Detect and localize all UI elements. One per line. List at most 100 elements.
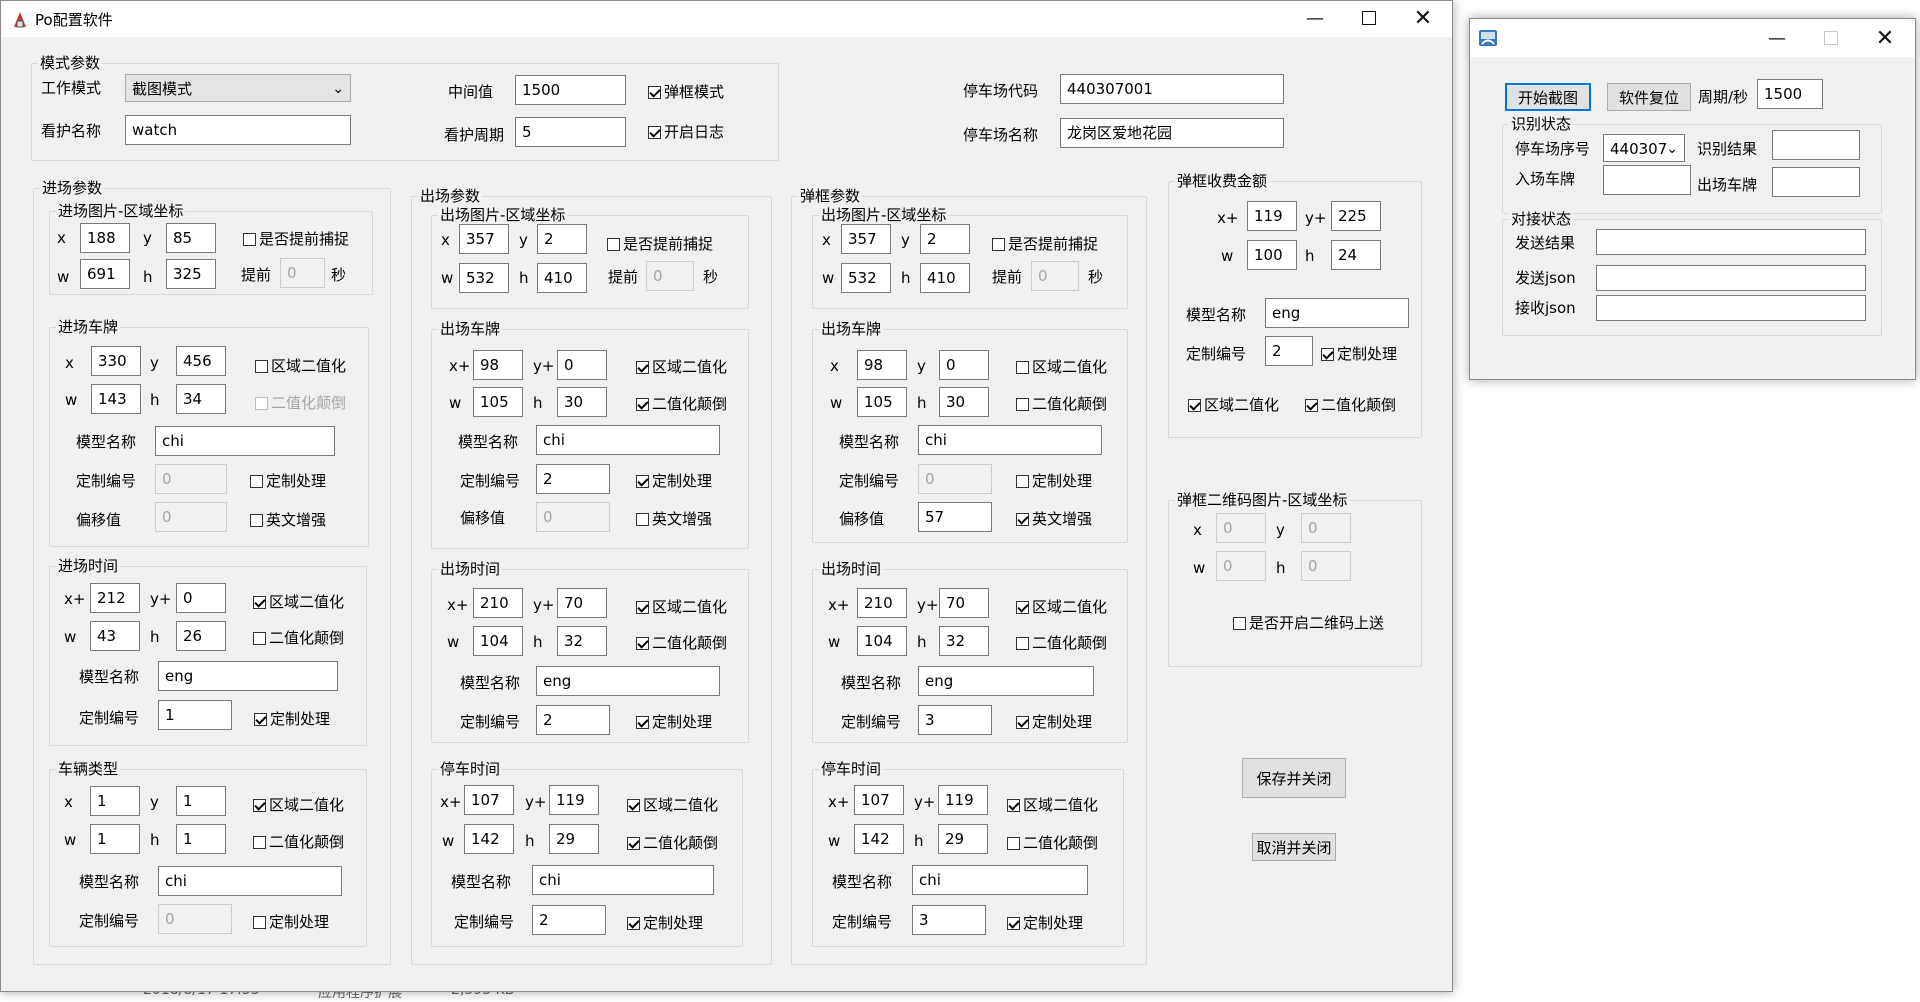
popup-advance-capture-checkbox[interactable]: 是否提前捕捉 [992,234,1098,254]
entry-time-h-input[interactable]: 26 [176,621,226,651]
exit-park-x-input[interactable]: 107 [464,785,514,815]
entry-time-y-input[interactable]: 0 [176,583,226,613]
popup-image-y-input[interactable]: 2 [920,224,970,254]
popup-park-custom-no-input[interactable]: 3 [912,905,986,935]
vehicle-type-custom-no-input[interactable]: 0 [158,904,232,934]
qr-y-input[interactable]: 0 [1301,513,1351,543]
exit-time-x-input[interactable]: 210 [473,588,523,618]
popup-image-x-input[interactable]: 357 [841,224,891,254]
qr-upload-checkbox[interactable]: 是否开启二维码上送 [1233,613,1384,633]
exit-plate-custom-no-input[interactable]: 2 [536,464,610,494]
cancel-close-button[interactable]: 取消并关闭 [1252,833,1336,861]
entry-plate-offset-input[interactable]: 0 [155,502,227,532]
entry-plate-custom-checkbox[interactable]: 定制处理 [250,471,326,491]
entry-plate-h-input[interactable]: 34 [176,384,226,414]
maximize-icon[interactable] [1804,21,1858,55]
vehicle-type-x-input[interactable]: 1 [90,786,140,816]
entry-time-x-input[interactable]: 212 [90,583,140,613]
popup-park-binarize-checkbox[interactable]: 区域二值化 [1007,795,1098,815]
title-bar[interactable]: Po配置软件 — ✕ [1,1,1452,37]
popup-plate-offset-input[interactable]: 57 [918,502,992,532]
popup-plate-h-input[interactable]: 30 [939,387,989,417]
popup-plate-model-input[interactable]: chi [918,425,1102,455]
popup-park-x-input[interactable]: 107 [854,785,904,815]
exit-image-h-input[interactable]: 410 [537,263,587,293]
start-capture-button[interactable]: 开始截图 [1505,83,1591,111]
exit-plate-en-enhance-checkbox[interactable]: 英文增强 [636,509,712,529]
exit-time-h-input[interactable]: 32 [557,626,607,656]
exit-image-x-input[interactable]: 357 [459,224,509,254]
exit-time-invert-checkbox[interactable]: 二值化颠倒 [636,633,727,653]
popup-plate-custom-no-input[interactable]: 0 [918,464,992,494]
period-input[interactable]: 1500 [1757,79,1823,109]
popup-time-w-input[interactable]: 104 [857,626,907,656]
popup-time-custom-no-input[interactable]: 3 [918,705,992,735]
vehicle-type-custom-checkbox[interactable]: 定制处理 [253,912,329,932]
exit-image-w-input[interactable]: 532 [459,263,509,293]
entry-time-invert-checkbox[interactable]: 二值化颠倒 [253,628,344,648]
exit-park-custom-checkbox[interactable]: 定制处理 [627,913,703,933]
fee-y-input[interactable]: 225 [1331,201,1381,231]
exit-time-model-input[interactable]: eng [536,666,720,696]
fee-custom-checkbox[interactable]: 定制处理 [1321,344,1397,364]
popup-park-model-input[interactable]: chi [912,865,1088,895]
qr-x-input[interactable]: 0 [1216,513,1266,543]
fee-model-input[interactable]: eng [1265,298,1409,328]
exit-plate-offset-input[interactable]: 0 [536,502,610,532]
enable-log-checkbox[interactable]: 开启日志 [648,122,724,142]
fee-binarize-checkbox[interactable]: 区域二值化 [1188,395,1279,415]
exit-plate-custom-checkbox[interactable]: 定制处理 [636,471,712,491]
entry-plate-w-input[interactable]: 143 [91,384,141,414]
entry-time-binarize-checkbox[interactable]: 区域二值化 [253,592,344,612]
exit-plate-binarize-checkbox[interactable]: 区域二值化 [636,357,727,377]
save-close-button[interactable]: 保存并关闭 [1242,758,1346,798]
exit-time-binarize-checkbox[interactable]: 区域二值化 [636,597,727,617]
popup-plate-w-input[interactable]: 105 [857,387,907,417]
exit-plate-h-input[interactable]: 30 [557,387,607,417]
guard-name-input[interactable]: watch [125,115,351,145]
vehicle-type-y-input[interactable]: 1 [176,786,226,816]
popup-park-h-input[interactable]: 29 [938,824,988,854]
exit-plate-y-input[interactable]: 0 [557,350,607,380]
entry-time-custom-checkbox[interactable]: 定制处理 [254,709,330,729]
fee-h-input[interactable]: 24 [1331,240,1381,270]
maximize-icon[interactable] [1342,1,1396,35]
recv-json-input[interactable] [1596,295,1866,321]
popup-time-invert-checkbox[interactable]: 二值化颠倒 [1016,633,1107,653]
vehicle-type-w-input[interactable]: 1 [90,824,140,854]
minimize-icon[interactable]: — [1750,21,1804,55]
popup-mode-checkbox[interactable]: 弹框模式 [648,82,724,102]
work-mode-select[interactable]: 截图模式 ⌄ [125,74,351,102]
popup-park-invert-checkbox[interactable]: 二值化颠倒 [1007,833,1098,853]
exit-plate-model-input[interactable]: chi [536,425,720,455]
popup-plate-y-input[interactable]: 0 [939,350,989,380]
entry-plate-x-input[interactable]: 330 [91,346,141,376]
entry-image-y-input[interactable]: 85 [166,223,216,253]
popup-park-custom-checkbox[interactable]: 定制处理 [1007,913,1083,933]
entry-image-h-input[interactable]: 325 [166,259,216,289]
exit-park-y-input[interactable]: 119 [549,785,599,815]
popup-plate-binarize-checkbox[interactable]: 区域二值化 [1016,357,1107,377]
mid-value-input[interactable]: 1500 [515,75,626,105]
recog-result-input[interactable] [1772,130,1860,160]
exit-time-custom-no-input[interactable]: 2 [536,705,610,735]
exit-park-w-input[interactable]: 142 [464,824,514,854]
popup-plate-invert-checkbox[interactable]: 二值化颠倒 [1016,394,1107,414]
fee-custom-no-input[interactable]: 2 [1265,336,1313,366]
popup-plate-x-input[interactable]: 98 [857,350,907,380]
capture-title-bar[interactable]: — ✕ [1470,19,1915,57]
qr-w-input[interactable]: 0 [1216,551,1266,581]
fee-x-input[interactable]: 119 [1247,201,1297,231]
software-reset-button[interactable]: 软件复位 [1607,83,1691,111]
entry-advance-capture-checkbox[interactable]: 是否提前捕捉 [243,229,349,249]
entry-ahead-input[interactable]: 0 [280,258,325,288]
entry-plate-invert-checkbox[interactable]: 二值化颠倒 [255,393,346,413]
exit-time-custom-checkbox[interactable]: 定制处理 [636,712,712,732]
exit-park-h-input[interactable]: 29 [549,824,599,854]
popup-ahead-input[interactable]: 0 [1031,261,1079,291]
entry-plate-custom-no-input[interactable]: 0 [155,464,227,494]
entry-time-model-input[interactable]: eng [158,661,338,691]
guard-period-input[interactable]: 5 [515,117,626,147]
popup-image-w-input[interactable]: 532 [841,263,891,293]
entry-plate-binarize-checkbox[interactable]: 区域二值化 [255,356,346,376]
